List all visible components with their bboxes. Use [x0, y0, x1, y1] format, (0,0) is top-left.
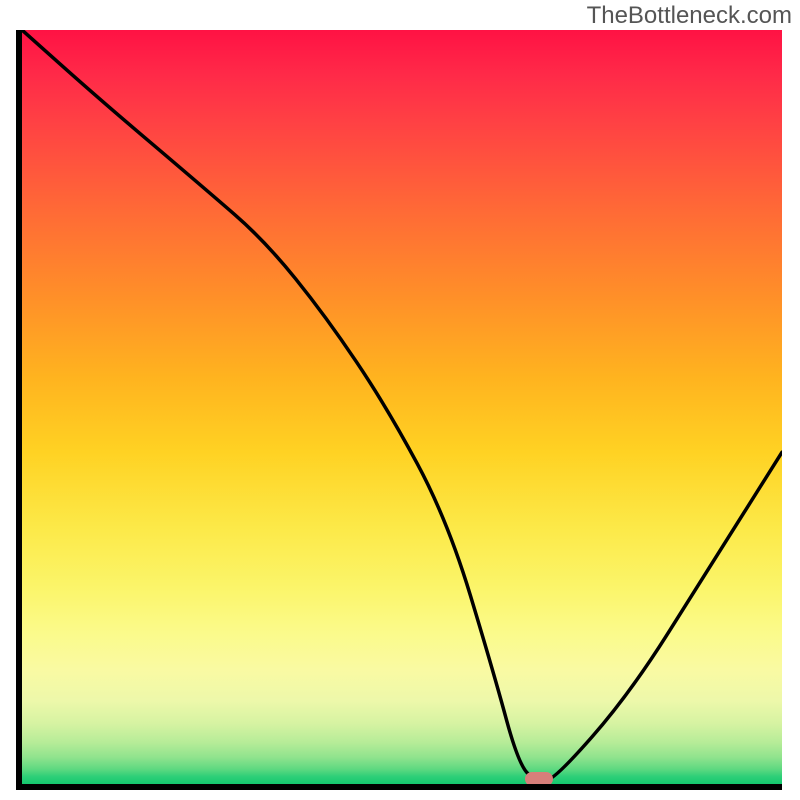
curve-path — [22, 30, 782, 780]
chart-stage: TheBottleneck.com — [0, 0, 800, 800]
optimum-marker — [525, 772, 553, 786]
watermark-text: TheBottleneck.com — [587, 2, 792, 30]
plot-area — [16, 30, 782, 790]
curve-layer — [22, 30, 782, 784]
